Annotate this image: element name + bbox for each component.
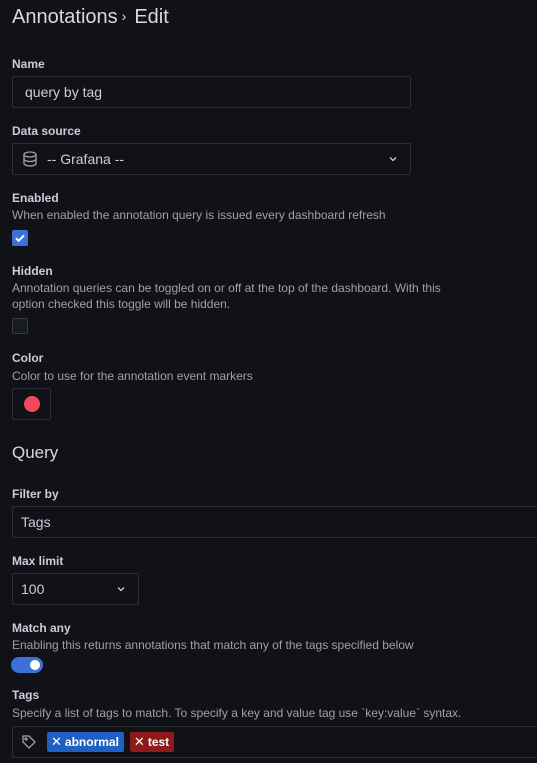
match-any-label: Match any <box>12 621 71 635</box>
close-icon[interactable]: ✕ <box>134 734 145 750</box>
tags-description: Specify a list of tags to match. To spec… <box>12 706 462 720</box>
chevron-down-icon <box>116 584 126 594</box>
chevron-right-icon: › <box>121 8 127 24</box>
name-input[interactable]: query by tag <box>12 76 411 108</box>
tag-chip-label: abnormal <box>64 735 119 749</box>
datasource-label: Data source <box>12 124 81 138</box>
datasource-select[interactable]: -- Grafana -- <box>12 143 411 175</box>
database-icon <box>21 150 39 168</box>
match-any-description: Enabling this returns annotations that m… <box>12 638 414 652</box>
color-swatch <box>23 396 40 412</box>
tag-chip-test[interactable]: ✕ test <box>129 732 175 752</box>
tag-icon <box>21 734 37 750</box>
query-heading: Query <box>12 443 59 462</box>
hidden-label: Hidden <box>12 264 53 278</box>
color-label: Color <box>12 351 44 365</box>
name-label: Name <box>12 57 45 71</box>
color-description: Color to use for the annotation event ma… <box>12 369 253 383</box>
name-input-value: query by tag <box>25 84 103 100</box>
breadcrumb-current: Edit <box>134 6 169 28</box>
filter-by-label: Filter by <box>12 487 59 501</box>
tags-input[interactable]: ✕ abnormal ✕ test <box>12 726 537 758</box>
checkmark-icon <box>15 234 25 243</box>
chevron-down-icon <box>388 154 398 164</box>
hidden-checkbox[interactable] <box>12 318 28 334</box>
max-limit-select[interactable]: 100 <box>12 573 139 605</box>
max-limit-label: Max limit <box>12 554 64 568</box>
datasource-value: -- Grafana -- <box>47 151 125 167</box>
max-limit-value: 100 <box>21 581 45 597</box>
page-title: Annotations › Edit <box>12 6 169 29</box>
color-picker-button[interactable] <box>12 388 51 420</box>
enabled-description: When enabled the annotation query is iss… <box>12 208 386 222</box>
tag-chip-abnormal[interactable]: ✕ abnormal <box>47 732 124 752</box>
enabled-label: Enabled <box>12 191 59 205</box>
filter-by-select[interactable]: Tags <box>12 506 537 538</box>
hidden-description-line1: Annotation queries can be toggled on or … <box>12 281 441 295</box>
tag-chip-label: test <box>147 735 170 749</box>
tags-label: Tags <box>12 688 40 702</box>
enabled-checkbox[interactable] <box>12 230 28 246</box>
close-icon[interactable]: ✕ <box>51 734 62 750</box>
breadcrumb-annotations[interactable]: Annotations <box>12 6 118 28</box>
filter-by-value: Tags <box>21 514 51 530</box>
match-any-toggle[interactable] <box>11 657 43 673</box>
toggle-knob <box>30 660 40 670</box>
hidden-description-line2: option checked this toggle will be hidde… <box>12 297 231 311</box>
